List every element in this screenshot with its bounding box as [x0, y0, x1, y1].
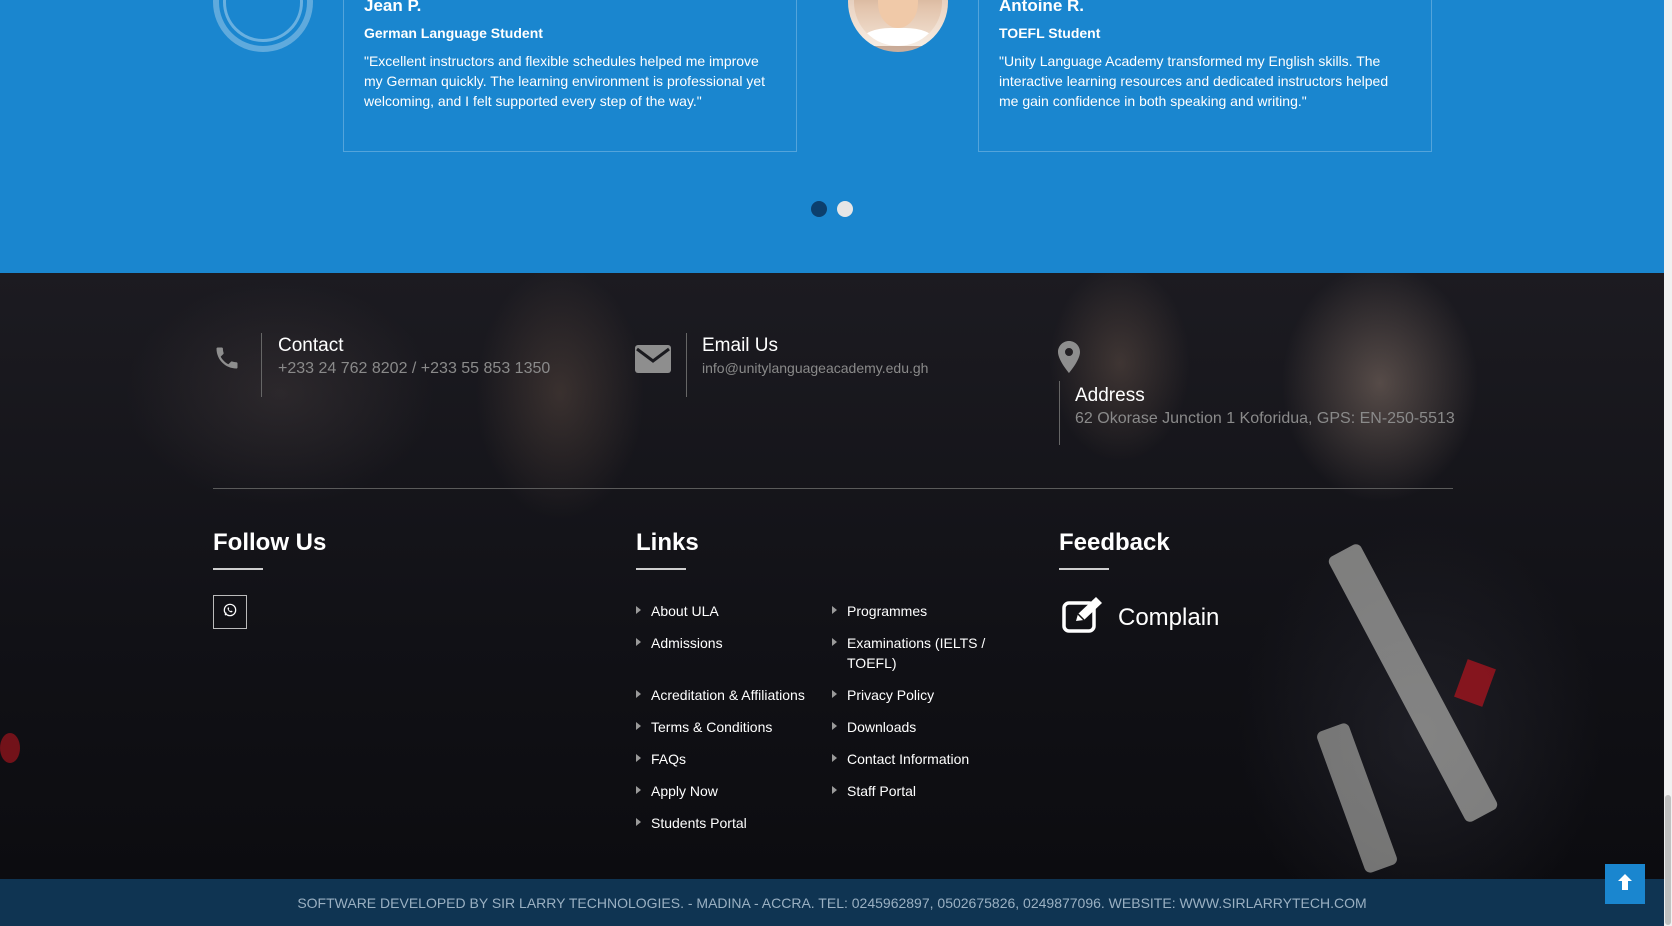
- footer-link-examinations[interactable]: Examinations (IELTS / TOEFL): [832, 633, 997, 673]
- testimonial-quote: "Excellent instructors and flexible sche…: [364, 53, 765, 109]
- email-divider: [686, 333, 687, 397]
- developer-credit-bar: SOFTWARE DEVELOPED BY SIR LARRY TECHNOLO…: [0, 879, 1664, 926]
- footer-link-about[interactable]: About ULA: [636, 601, 719, 621]
- background-photo-detail: [1315, 721, 1399, 875]
- testimonial-role: German Language Student: [364, 25, 543, 41]
- arrow-up-icon: [1617, 873, 1633, 896]
- caret-right-icon: [832, 722, 837, 730]
- whatsapp-icon: [223, 603, 237, 622]
- avatar-shirt: [862, 28, 934, 46]
- testimonials-section: Jean P. German Language Student "Excelle…: [0, 0, 1664, 273]
- caret-right-icon: [832, 638, 837, 646]
- footer-link-downloads[interactable]: Downloads: [832, 717, 916, 737]
- contact-title: Contact: [278, 335, 344, 356]
- carousel-dot-1[interactable]: [811, 201, 827, 217]
- footer-link-contact-info[interactable]: Contact Information: [832, 749, 969, 769]
- links-heading: Links: [636, 529, 699, 556]
- feedback-heading: Feedback: [1059, 529, 1170, 556]
- testimonial-card: Jean P. German Language Student "Excelle…: [343, 0, 797, 152]
- footer-link-admissions[interactable]: Admissions: [636, 633, 723, 653]
- footer-link-apply[interactable]: Apply Now: [636, 781, 718, 801]
- background-photo-detail: [0, 733, 20, 763]
- testimonial-card: Antoine R. TOEFL Student "Unity Language…: [978, 0, 1432, 152]
- carousel-dot-2[interactable]: [837, 201, 853, 217]
- background-photo-detail: [1454, 659, 1496, 707]
- testimonial-name: Antoine R.: [999, 0, 1084, 15]
- caret-right-icon: [832, 606, 837, 614]
- footer-link-privacy[interactable]: Privacy Policy: [832, 685, 934, 705]
- scrollbar-thumb[interactable]: [1665, 795, 1671, 925]
- complain-button[interactable]: Complain: [1062, 597, 1219, 638]
- testimonial-name: Jean P.: [364, 0, 422, 15]
- contact-divider: [261, 333, 262, 397]
- testimonial-role: TOEFL Student: [999, 25, 1101, 41]
- page-scrollbar[interactable]: [1664, 0, 1672, 926]
- envelope-icon: [635, 345, 671, 378]
- map-marker-icon: [1058, 341, 1080, 378]
- contact-phone[interactable]: +233 24 762 8202 / +233 55 853 1350: [278, 360, 550, 378]
- testimonial-quote: "Unity Language Academy transformed my E…: [999, 53, 1389, 109]
- carousel-pagination: [0, 201, 1664, 219]
- footer-link-programmes[interactable]: Programmes: [832, 601, 927, 621]
- footer-divider: [213, 488, 1453, 489]
- follow-us-heading: Follow Us: [213, 529, 327, 556]
- email-address[interactable]: info@unitylanguageacademy.edu.gh: [702, 360, 928, 376]
- caret-right-icon: [636, 690, 641, 698]
- email-title: Email Us: [702, 335, 779, 356]
- site-footer: Contact +233 24 762 8202 / +233 55 853 1…: [0, 273, 1664, 879]
- developer-credit-text: SOFTWARE DEVELOPED BY SIR LARRY TECHNOLO…: [297, 894, 1367, 911]
- phone-icon: [213, 343, 241, 378]
- footer-link-terms[interactable]: Terms & Conditions: [636, 717, 772, 737]
- testimonial-avatar-antoine: [848, 0, 948, 52]
- caret-right-icon: [636, 722, 641, 730]
- address-title: Address: [1075, 385, 1145, 406]
- scroll-to-top-button[interactable]: [1605, 864, 1645, 904]
- heading-underline: [636, 568, 686, 570]
- heading-underline: [213, 568, 263, 570]
- footer-link-accreditation[interactable]: Acreditation & Affiliations: [636, 685, 805, 705]
- edit-icon: [1062, 597, 1106, 638]
- caret-right-icon: [636, 818, 641, 826]
- testimonial-avatar-jean: [213, 0, 313, 52]
- complain-label: Complain: [1118, 603, 1220, 631]
- caret-right-icon: [636, 606, 641, 614]
- whatsapp-button[interactable]: [213, 595, 247, 629]
- footer-link-students-portal[interactable]: Students Portal: [636, 813, 747, 833]
- caret-right-icon: [636, 638, 641, 646]
- avatar-face: [878, 0, 918, 28]
- caret-right-icon: [636, 786, 641, 794]
- caret-right-icon: [832, 690, 837, 698]
- caret-right-icon: [832, 754, 837, 762]
- footer-link-staff-portal[interactable]: Staff Portal: [832, 781, 916, 801]
- address-text: 62 Okorase Junction 1 Koforidua, GPS: EN…: [1075, 410, 1455, 427]
- heading-underline: [1059, 568, 1109, 570]
- caret-right-icon: [636, 754, 641, 762]
- caret-right-icon: [832, 786, 837, 794]
- address-divider: [1059, 381, 1060, 445]
- footer-link-faqs[interactable]: FAQs: [636, 749, 686, 769]
